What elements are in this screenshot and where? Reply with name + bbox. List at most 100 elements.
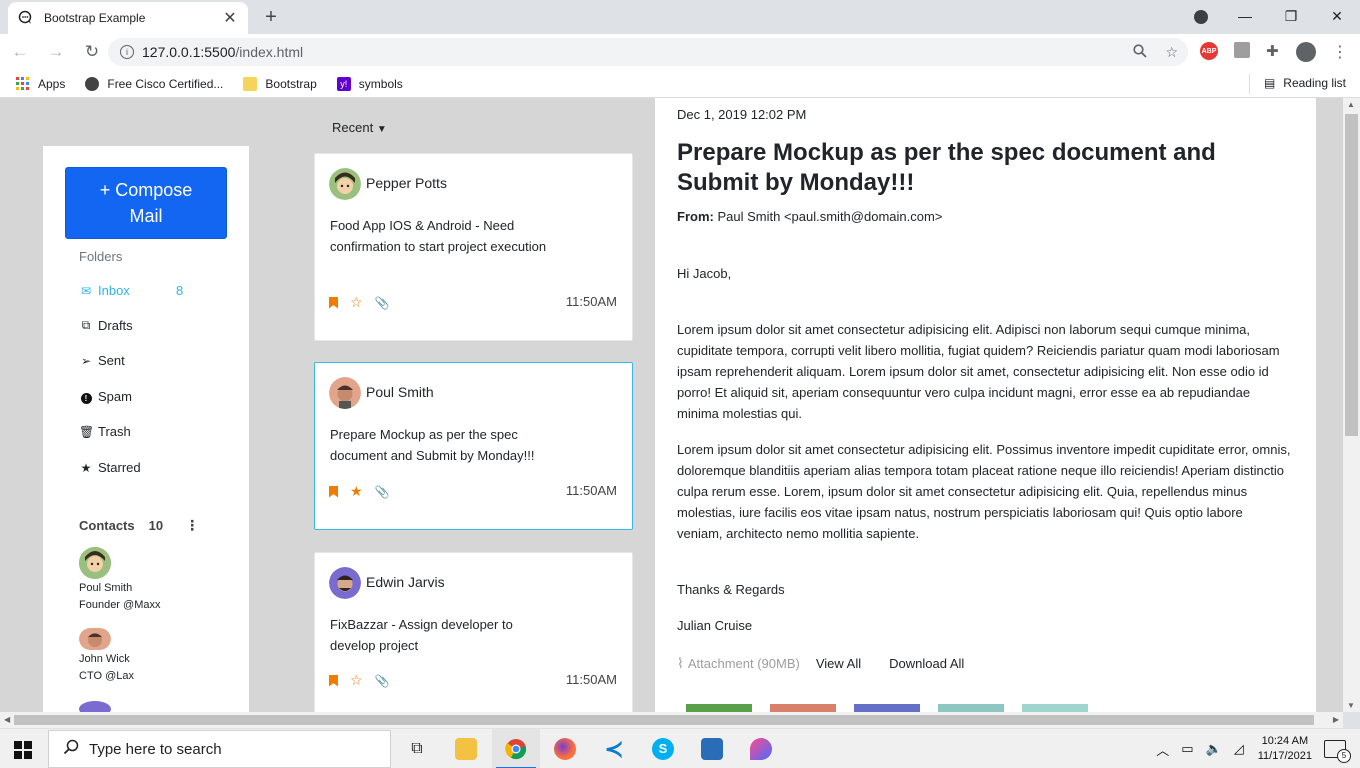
attachment-thumbnail[interactable]: [1022, 704, 1088, 712]
download-all-link[interactable]: Download All: [889, 656, 964, 671]
reading-list[interactable]: ▤ Reading list: [1264, 76, 1346, 90]
attachment-thumbnail[interactable]: [770, 704, 836, 712]
zoom-icon[interactable]: [1133, 43, 1148, 61]
sender-name: Pepper Potts: [366, 175, 447, 191]
mail-card[interactable]: Edwin Jarvis FixBazzar - Assign develope…: [314, 552, 633, 712]
vertical-scrollbar[interactable]: ▲ ▼: [1343, 98, 1360, 712]
attachment-thumbnail[interactable]: [854, 704, 920, 712]
scrollbar-thumb[interactable]: [1345, 114, 1358, 436]
extension-icon[interactable]: [1234, 42, 1250, 58]
compose-button[interactable]: + Compose Mail: [65, 167, 227, 239]
bookmark-symbols[interactable]: y! symbols: [336, 76, 403, 91]
paperclip-icon[interactable]: 📎: [375, 296, 390, 310]
profile-icon[interactable]: [1296, 42, 1316, 62]
sidebar-item-inbox[interactable]: ✉ Inbox 8: [79, 283, 199, 298]
star-outline-icon[interactable]: ☆: [350, 672, 363, 689]
notification-icon[interactable]: 5: [1324, 740, 1351, 763]
contact-item[interactable]: [79, 701, 111, 712]
scroll-left-icon[interactable]: ◀: [4, 715, 10, 724]
info-icon[interactable]: i: [120, 45, 134, 59]
chevron-down-icon: ▼: [376, 124, 387, 135]
contacts-header: Contacts 10 ⋮: [79, 517, 200, 534]
chrome-icon[interactable]: [502, 735, 530, 763]
reload-icon[interactable]: ↻: [76, 42, 108, 62]
new-tab-button[interactable]: +: [260, 6, 282, 28]
attachment-thumbnail[interactable]: [938, 704, 1004, 712]
battery-icon[interactable]: ▭: [1181, 741, 1193, 757]
browser-tabstrip: Bootstrap Example ✕ + — ❐ ✕: [0, 0, 1360, 34]
avatar: [329, 567, 361, 599]
more-options-icon[interactable]: ⋮: [185, 517, 199, 534]
volume-mute-icon[interactable]: 🔈: [1206, 741, 1222, 757]
window-close-icon[interactable]: ✕: [1314, 8, 1360, 25]
paint-icon[interactable]: [747, 735, 775, 763]
attachment-thumbnails: [686, 704, 1088, 712]
folder-icon: [243, 76, 258, 91]
address-bar[interactable]: i 127.0.0.1:5500/index.html ☆: [108, 38, 1188, 66]
avatar: [79, 701, 111, 712]
sort-dropdown[interactable]: Recent ▼: [332, 120, 387, 135]
scroll-down-icon[interactable]: ▼: [1347, 701, 1355, 710]
taskbar-search[interactable]: Type here to search: [48, 730, 391, 768]
sidebar-item-spam[interactable]: ! Spam: [79, 389, 199, 404]
view-all-link[interactable]: View All: [816, 656, 861, 671]
bookmark-bootstrap[interactable]: Bootstrap: [243, 76, 317, 91]
mail-subject: Food App IOS & Android - Need confirmati…: [330, 218, 547, 254]
vscode-icon[interactable]: ≺: [600, 735, 628, 763]
menu-icon[interactable]: ⋮: [1332, 42, 1348, 62]
mail-card[interactable]: Pepper Potts Food App IOS & Android - Ne…: [314, 153, 633, 341]
sidebar: + Compose Mail Folders ✉ Inbox 8 ⧉ Drafts…: [43, 146, 249, 712]
attachment-thumbnail[interactable]: [686, 704, 752, 712]
exclamation-icon: !: [79, 390, 93, 404]
file-explorer-icon[interactable]: [452, 735, 480, 763]
mail-card[interactable]: Poul Smith Prepare Mockup as per the spe…: [314, 362, 633, 530]
tab-search-icon[interactable]: [1194, 10, 1208, 24]
sidebar-item-trash[interactable]: 🗑 Trash: [79, 424, 199, 439]
sidebar-item-drafts[interactable]: ⧉ Drafts: [79, 318, 199, 333]
yahoo-icon: y!: [336, 76, 351, 91]
photos-icon[interactable]: [698, 735, 726, 763]
paperclip-icon[interactable]: 📎: [375, 674, 390, 688]
clock[interactable]: 10:24 AM 11/17/2021: [1258, 734, 1312, 764]
puzzle-icon[interactable]: ✚: [1266, 42, 1279, 60]
scroll-up-icon[interactable]: ▲: [1347, 100, 1355, 109]
windows-start-icon[interactable]: [14, 741, 32, 759]
url-text[interactable]: 127.0.0.1:5500/index.html: [142, 44, 1133, 60]
back-icon[interactable]: ←: [4, 42, 36, 62]
minimize-icon[interactable]: —: [1222, 8, 1268, 24]
bookmark-apps[interactable]: Apps: [16, 77, 65, 91]
close-icon[interactable]: ✕: [222, 8, 238, 28]
task-view-icon[interactable]: ⧉: [403, 735, 431, 763]
mail-time: 11:50AM: [565, 483, 617, 498]
horizontal-scrollbar[interactable]: ◀ ▶: [0, 712, 1343, 728]
star-outline-icon[interactable]: ☆: [350, 294, 363, 311]
network-icon[interactable]: ◿: [1234, 741, 1244, 757]
paperclip-icon[interactable]: 📎: [375, 485, 390, 499]
adblock-icon[interactable]: ABP: [1200, 42, 1218, 60]
scrollbar-thumb[interactable]: [14, 715, 1314, 725]
folders-label: Folders: [79, 249, 123, 264]
mail-from: From: Paul Smith <paul.smith@domain.com>: [677, 209, 943, 224]
mail-paragraph: Lorem ipsum dolor sit amet consectetur a…: [677, 322, 1280, 421]
mail-subject: FixBazzar - Assign developer to develop …: [330, 617, 513, 653]
bookmark-icon[interactable]: [329, 296, 338, 309]
browser-tab[interactable]: Bootstrap Example ✕: [8, 2, 248, 34]
mail-paragraph: Lorem ipsum dolor sit amet consectetur a…: [677, 442, 1291, 541]
bookmark-star-icon[interactable]: ☆: [1165, 44, 1178, 61]
chevron-up-icon[interactable]: ︿: [1156, 740, 1169, 759]
sidebar-item-starred[interactable]: ★ Starred: [79, 460, 199, 475]
sidebar-item-sent[interactable]: ➢ Sent: [79, 353, 199, 368]
forward-icon[interactable]: →: [40, 42, 72, 62]
scroll-right-icon[interactable]: ▶: [1333, 715, 1339, 724]
restore-icon[interactable]: ❐: [1268, 8, 1314, 25]
bookmark-icon[interactable]: [329, 674, 338, 687]
skype-icon[interactable]: S: [649, 735, 677, 763]
contact-item[interactable]: John Wick CTO @Lax: [79, 628, 134, 685]
firefox-icon[interactable]: [551, 735, 579, 763]
contact-item[interactable]: Poul Smith Founder @Maxx: [79, 547, 160, 614]
browser-toolbar: ← → ↻ i 127.0.0.1:5500/index.html ☆ ABP …: [0, 34, 1360, 70]
mail-subject: Prepare Mockup as per the spec document …: [330, 427, 535, 463]
bookmark-cisco[interactable]: Free Cisco Certified...: [85, 76, 223, 91]
star-filled-icon[interactable]: ★: [350, 483, 363, 500]
bookmark-icon[interactable]: [329, 485, 338, 498]
